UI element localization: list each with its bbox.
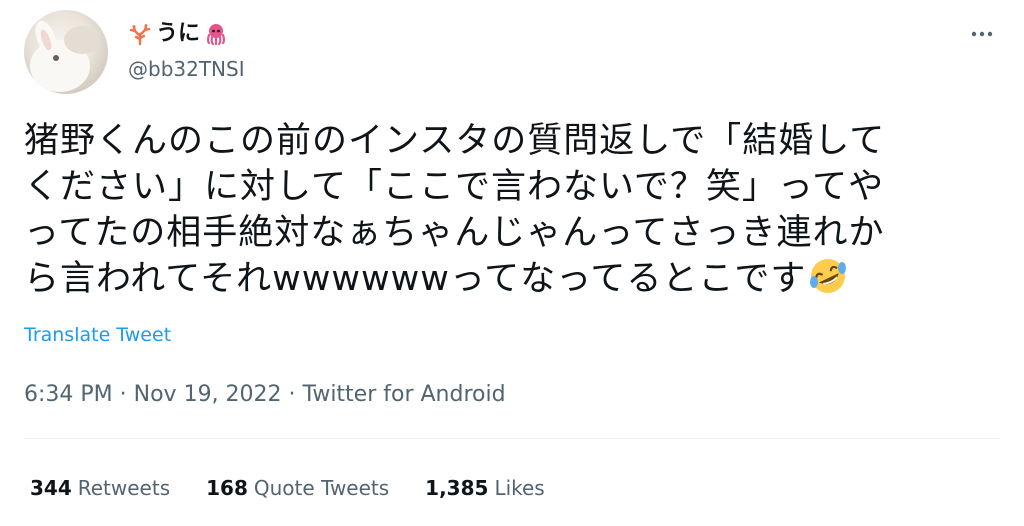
retweets-stat[interactable]: 344 Retweets (30, 474, 170, 502)
tweet-line: ってたの相手絶対なぁちゃんじゃんってさっき連れか (24, 213, 885, 253)
meta-separator: · (112, 382, 134, 407)
tweet-date[interactable]: Nov 19, 2022 (134, 380, 282, 410)
tweet-line-text: ら言われてそれwwwwwwってなってるとこです (24, 259, 807, 299)
tweet-client[interactable]: Twitter for Android (303, 380, 506, 410)
author-display-name: うに (156, 21, 201, 46)
tweet-text: 猪野くんのこの前のインスタの質問返しで「結婚して ください」に対して「ここで言わ… (24, 118, 994, 302)
tweet-metadata: 6:34 PM · Nov 19, 2022 · Twitter for And… (24, 380, 506, 410)
quote-tweets-label: Quote Tweets (253, 476, 390, 500)
octopus-icon (204, 22, 228, 46)
tweet-stats: 344 Retweets 168 Quote Tweets 1,385 Like… (30, 474, 545, 502)
tweet-line-last: ら言われてそれwwwwwwってなってるとこです (24, 256, 994, 302)
more-icon (971, 31, 993, 37)
quote-tweets-stat[interactable]: 168 Quote Tweets (206, 474, 389, 502)
meta-separator: · (281, 382, 303, 407)
avatar[interactable] (24, 10, 108, 94)
divider (24, 438, 1000, 439)
author-handle[interactable]: @bb32TNSI (128, 56, 245, 82)
translate-tweet-link[interactable]: Translate Tweet (24, 322, 171, 348)
tweet-time[interactable]: 6:34 PM (24, 380, 113, 410)
author-name-row[interactable]: うに (128, 20, 228, 48)
likes-stat[interactable]: 1,385 Likes (425, 474, 545, 502)
coral-icon (128, 22, 152, 46)
rolling-on-floor-laughing-icon (810, 259, 847, 293)
retweets-count: 344 (30, 476, 72, 500)
quote-tweets-count: 168 (206, 476, 248, 500)
tweet-line: ください」に対して「ここで言わないで？笑」ってや (24, 167, 885, 207)
more-options-button[interactable] (968, 20, 996, 48)
tweet-line: 猪野くんのこの前のインスタの質問返しで「結婚して (24, 121, 886, 161)
retweets-label: Retweets (77, 476, 171, 500)
likes-count: 1,385 (425, 476, 489, 500)
likes-label: Likes (494, 476, 545, 500)
avatar-image (30, 20, 100, 92)
